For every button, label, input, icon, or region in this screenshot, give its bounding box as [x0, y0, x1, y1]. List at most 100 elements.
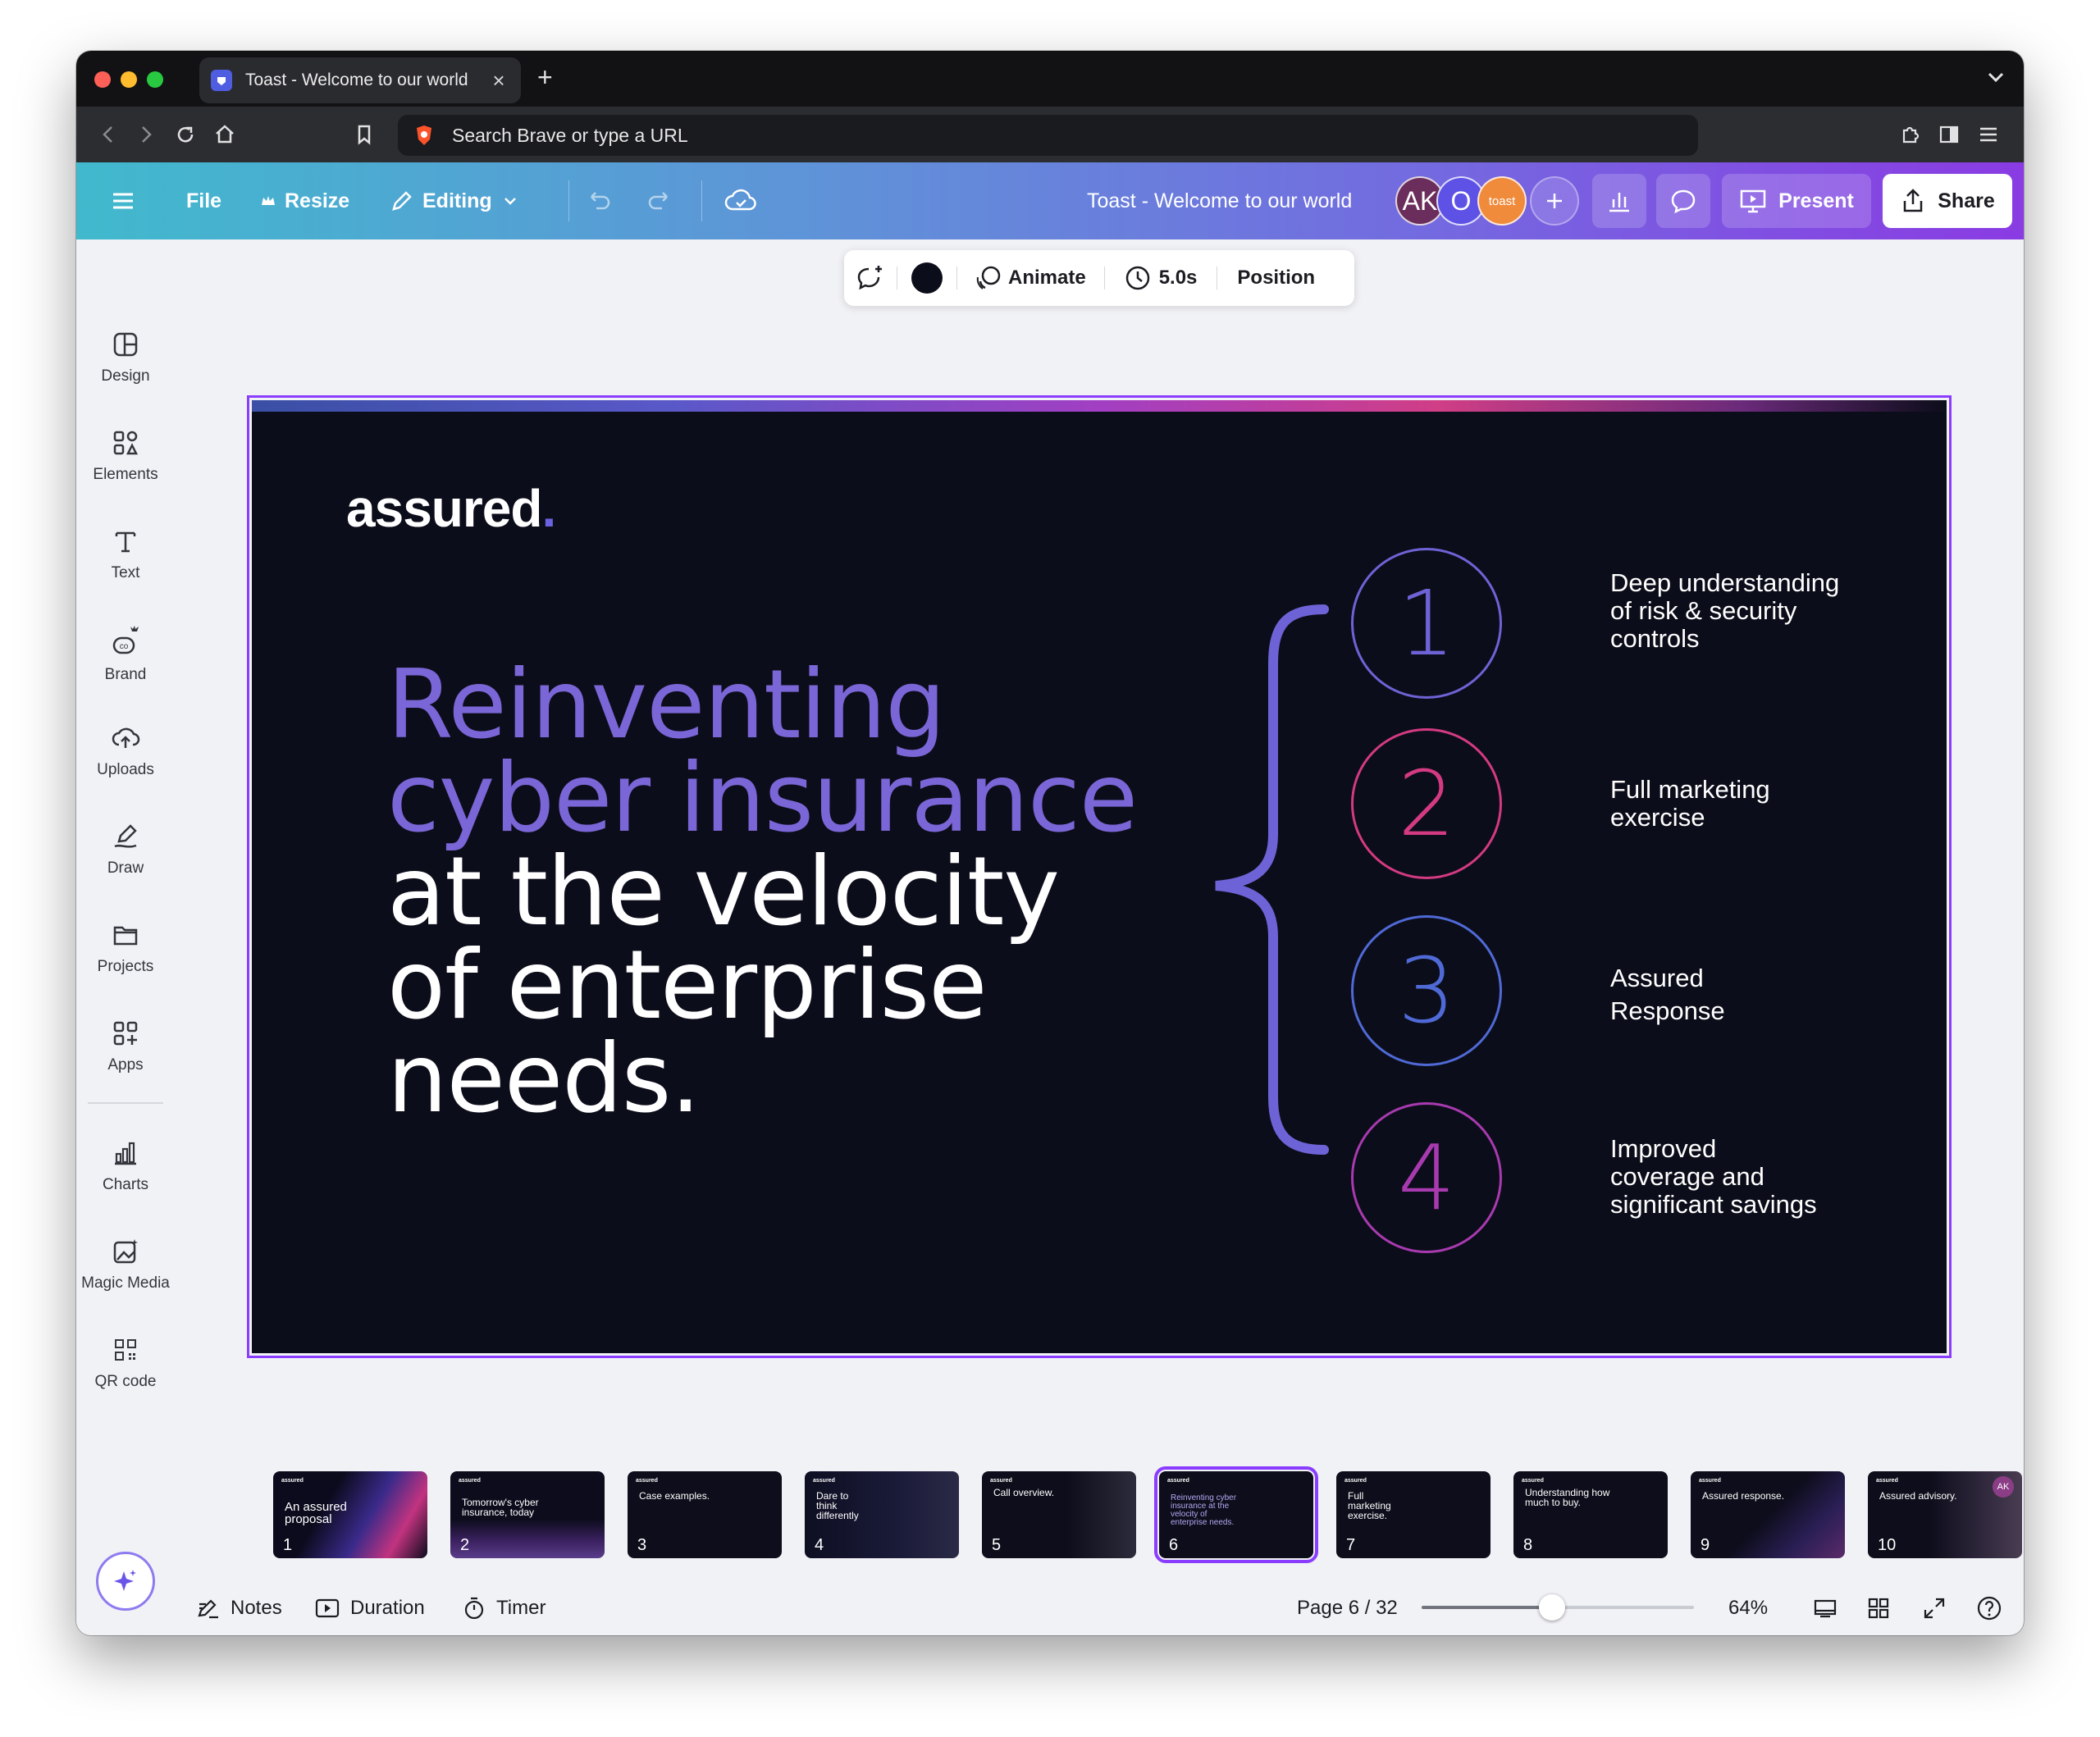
step-text[interactable]: Deep understanding of risk & security co…: [1610, 569, 1889, 653]
editing-mode-button[interactable]: Editing: [390, 162, 527, 239]
page-thumbnail[interactable]: assured Understanding how much to buy. 8: [1513, 1471, 1668, 1558]
expand-icon: [1924, 1598, 1945, 1619]
bookmark-icon[interactable]: [352, 122, 377, 147]
timer-button[interactable]: Timer: [462, 1581, 546, 1635]
thumbnail-number: 5: [992, 1536, 1002, 1554]
page-indicator[interactable]: Page 6 / 32: [1297, 1581, 1398, 1635]
present-button[interactable]: Present: [1722, 174, 1871, 228]
editor-header: File Resize Editing Toast - Welcome to o…: [76, 162, 2024, 239]
gradient-top-bar: [252, 400, 1947, 412]
extensions-icon[interactable]: [1897, 122, 1922, 147]
sidebar-item-charts[interactable]: Charts: [76, 1127, 175, 1217]
position-button[interactable]: Position: [1217, 267, 1335, 290]
step-text[interactable]: Assured Response: [1610, 962, 1889, 1028]
notes-label: Notes: [231, 1597, 282, 1619]
sidebar-item-apps[interactable]: Apps: [76, 1007, 175, 1097]
resize-button[interactable]: Resize: [260, 162, 349, 239]
page-thumbnail[interactable]: assured Tomorrow's cyber insurance, toda…: [450, 1471, 605, 1558]
desktop-view-button[interactable]: [1812, 1581, 1848, 1635]
timing-button[interactable]: 5.0s: [1105, 265, 1217, 291]
animate-button[interactable]: Animate: [957, 265, 1104, 291]
reload-icon[interactable]: [173, 122, 198, 147]
document-title[interactable]: Toast - Welcome to our world: [1087, 162, 1352, 239]
new-tab-icon[interactable]: +: [537, 62, 553, 93]
slide-canvas[interactable]: assured. Reinventing cyber insurance at …: [252, 400, 1947, 1353]
zoom-level[interactable]: 64%: [1728, 1581, 1768, 1635]
notes-button[interactable]: Notes: [196, 1581, 282, 1635]
sidebar-divider: [88, 1102, 163, 1104]
page-thumbnail[interactable]: assured Call overview. 5: [982, 1471, 1136, 1558]
page-thumbnail[interactable]: assured Assured response. 9: [1691, 1471, 1845, 1558]
grid-view-button[interactable]: [1866, 1581, 1901, 1635]
step-text-line: coverage and: [1610, 1162, 1764, 1191]
back-icon[interactable]: [96, 122, 121, 147]
main-menu-button[interactable]: [111, 162, 144, 239]
assured-logo[interactable]: assured.: [346, 478, 556, 539]
zoom-slider[interactable]: [1422, 1594, 1694, 1621]
ai-edit-button[interactable]: [844, 264, 897, 292]
thumbnail-text: An assured proposal: [285, 1500, 347, 1526]
zoom-window-button[interactable]: [147, 71, 163, 88]
step-text[interactable]: Full marketing exercise: [1610, 776, 1889, 832]
file-menu-button[interactable]: File: [186, 162, 221, 239]
zoom-slider-fill: [1422, 1606, 1553, 1609]
page-thumbnail[interactable]: assured Full marketing exercise. 7: [1336, 1471, 1491, 1558]
page-thumbnail[interactable]: assured Dare to think differently 4: [805, 1471, 959, 1558]
page-thumbnail[interactable]: assured Case examples. 3: [628, 1471, 782, 1558]
step-circle[interactable]: 1: [1351, 548, 1502, 699]
sidebar-item-draw[interactable]: Draw: [76, 810, 175, 900]
comment-icon: [1671, 189, 1696, 214]
fullscreen-button[interactable]: [1922, 1581, 1956, 1635]
thumbnail-text: Full marketing exercise.: [1348, 1490, 1391, 1521]
browser-tab[interactable]: Toast - Welcome to our world ×: [199, 57, 521, 103]
color-button[interactable]: [897, 262, 956, 294]
page-thumbnail[interactable]: assured An assured proposal 1: [273, 1471, 427, 1558]
sidebar-item-label: Elements: [93, 466, 158, 483]
step-text-line: significant savings: [1610, 1190, 1817, 1219]
sidebar-item-projects[interactable]: Projects: [76, 909, 175, 999]
help-button[interactable]: [1976, 1581, 2012, 1635]
page-thumbnail[interactable]: assured Assured advisory. AK 10: [1868, 1471, 2022, 1558]
sidebar-item-design[interactable]: Design: [76, 318, 175, 408]
share-button[interactable]: Share: [1883, 174, 2012, 228]
invite-collaborator-button[interactable]: [1530, 176, 1579, 226]
help-icon: [1977, 1596, 2002, 1621]
sidebar-item-qr-code[interactable]: QR code: [76, 1324, 175, 1414]
menu-icon[interactable]: [1976, 122, 2001, 147]
headline-line: Reinventing: [387, 650, 946, 760]
step-circle[interactable]: 3: [1351, 915, 1502, 1066]
collaborator-avatar-toast[interactable]: toast: [1477, 176, 1527, 226]
insights-button[interactable]: [1592, 174, 1646, 228]
duration-button[interactable]: Duration: [314, 1581, 425, 1635]
slide-headline[interactable]: Reinventing cyber insurance at the veloc…: [387, 650, 1138, 1127]
minimize-window-button[interactable]: [121, 71, 137, 88]
undo-button[interactable]: [583, 162, 621, 239]
address-bar[interactable]: Search Brave or type a URL: [398, 115, 1698, 156]
thumbnail-text: Case examples.: [639, 1490, 710, 1502]
comments-button[interactable]: [1656, 174, 1710, 228]
thumbnail-logo: assured: [636, 1478, 658, 1484]
thumbnail-text: Dare to think differently: [816, 1490, 859, 1521]
tab-list-chevron-icon[interactable]: [1984, 66, 2007, 89]
sidebar-toggle-icon[interactable]: [1937, 122, 1961, 147]
close-window-button[interactable]: [94, 71, 111, 88]
step-text-line: exercise: [1610, 803, 1705, 832]
close-tab-icon[interactable]: ×: [488, 68, 509, 93]
redo-button[interactable]: [646, 162, 683, 239]
sidebar-item-brand[interactable]: co Brand: [76, 613, 175, 704]
forward-icon[interactable]: [134, 122, 158, 147]
sidebar-item-uploads[interactable]: Uploads: [76, 712, 175, 802]
brand-icon: co: [112, 626, 139, 654]
curly-brace-graphic[interactable]: [1208, 589, 1331, 1163]
sidebar-item-magic-media[interactable]: Magic Media: [76, 1225, 175, 1315]
brave-shield-icon[interactable]: [414, 124, 434, 147]
sidebar-item-elements[interactable]: Elements: [76, 417, 175, 507]
step-text-line: Improved: [1610, 1134, 1717, 1163]
page-thumbnail-selected[interactable]: assured Reinventing cyber insurance at t…: [1154, 1466, 1318, 1563]
step-text[interactable]: Improved coverage and significant saving…: [1610, 1135, 1889, 1219]
save-status-button[interactable]: [724, 162, 765, 239]
step-circle[interactable]: 4: [1351, 1102, 1502, 1253]
home-icon[interactable]: [212, 122, 237, 147]
sidebar-item-text[interactable]: Text: [76, 515, 175, 605]
step-circle[interactable]: 2: [1351, 728, 1502, 879]
